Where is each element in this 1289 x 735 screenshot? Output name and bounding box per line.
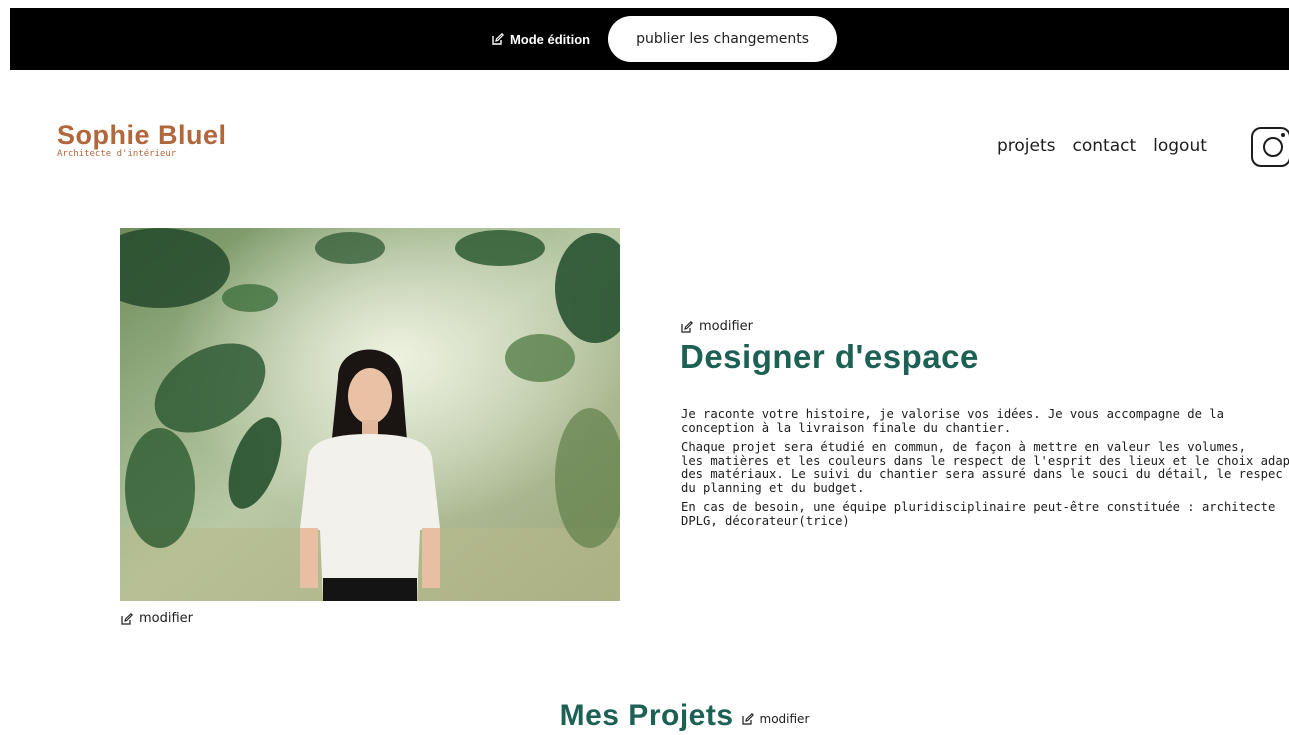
nav-contact[interactable]: contact <box>1073 136 1137 156</box>
intro-paragraph: Chaque projet sera étudié en commun, de … <box>681 440 1289 495</box>
edit-mode-label: Mode édition <box>509 31 591 47</box>
edit-icon <box>492 33 504 45</box>
site-logo[interactable]: Sophie Bluel Architecte d'intérieur <box>57 120 227 160</box>
logo-subtitle: Architecte d'intérieur <box>57 149 177 159</box>
intro-title: Designer d'espace <box>680 338 979 375</box>
photo-modify-link[interactable]: modifier <box>121 611 193 626</box>
intro-paragraph: En cas de besoin, une équipe pluridiscip… <box>681 500 1276 528</box>
nav-projets[interactable]: projets <box>997 136 1056 156</box>
publish-changes-button[interactable]: publier les changements <box>608 16 838 62</box>
projects-header: Mes Projets modifier <box>0 699 1289 733</box>
logo-name: Sophie Bluel <box>57 120 227 150</box>
intro-text: Je raconte votre histoire, je valorise v… <box>681 407 1289 534</box>
edit-icon <box>681 320 693 333</box>
projects-modify-link[interactable]: modifier <box>741 712 810 726</box>
intro-modify-label: modifier <box>699 319 754 334</box>
edit-mode-banner: Mode édition publier les changements <box>10 8 1289 70</box>
edit-icon <box>121 612 133 625</box>
edit-icon <box>741 713 754 725</box>
instagram-icon[interactable] <box>1251 127 1289 167</box>
intro-modify-link[interactable]: modifier <box>681 319 753 334</box>
edit-mode-indicator: Mode édition <box>492 32 590 47</box>
intro-paragraph: Je raconte votre histoire, je valorise v… <box>681 407 1224 435</box>
projects-title: Mes Projets <box>559 699 734 732</box>
photo-modify-label: modifier <box>139 611 194 626</box>
architect-photo <box>120 228 620 601</box>
projects-modify-label: modifier <box>759 712 810 726</box>
nav-logout[interactable]: logout <box>1153 136 1207 156</box>
main-nav: projets contact logout <box>997 136 1207 156</box>
